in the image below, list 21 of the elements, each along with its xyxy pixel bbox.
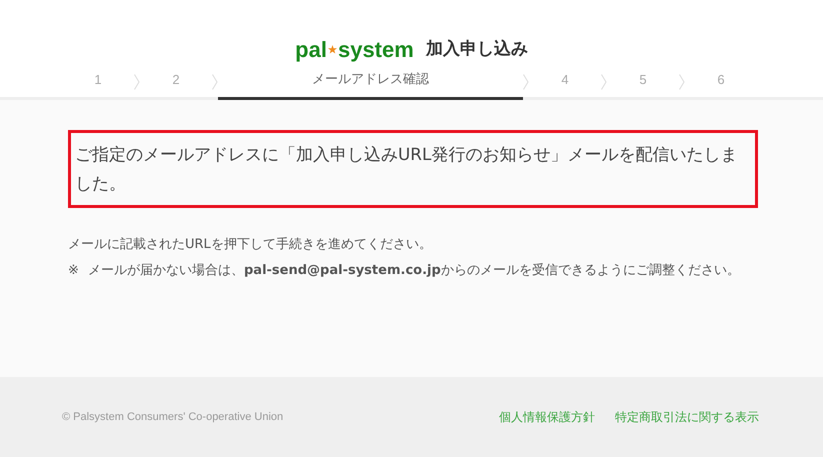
footer-link[interactable]: 個人情報保護方針 xyxy=(499,408,595,426)
step-label: 4 xyxy=(560,70,570,89)
step-label: 6 xyxy=(716,70,726,89)
instruction-text: メールに記載されたURLを押下して手続きを進めてください。 xyxy=(68,236,432,254)
chevron-icon xyxy=(679,74,685,90)
footer-link[interactable]: 特定商取引法に関する表示 xyxy=(615,408,759,426)
star-icon xyxy=(328,45,337,54)
chevron-icon xyxy=(523,74,529,90)
copyright-text: © Palsystem Consumers' Co-operative Union xyxy=(62,410,284,425)
step-label: 2 xyxy=(171,70,181,89)
chevron-icon xyxy=(601,74,607,90)
note-mark: ※ xyxy=(68,262,80,280)
logo-text: system xyxy=(338,38,414,60)
step-label: 1 xyxy=(93,70,103,89)
note-text: メールが届かない場合は、pal-send@pal-system.co.jpからのメールを受信できるようにご調整ください。 xyxy=(88,262,740,280)
notice-text: ご指定のメールアドレスに「加入申し込みURL発行のお知らせ」メールを配信いたしました。 xyxy=(75,143,738,195)
chevron-icon xyxy=(134,74,140,90)
step-label: 5 xyxy=(638,70,648,89)
chevron-icon xyxy=(212,74,218,90)
logo-text: pal xyxy=(295,38,327,60)
page-title: 加入申し込み xyxy=(426,38,528,61)
